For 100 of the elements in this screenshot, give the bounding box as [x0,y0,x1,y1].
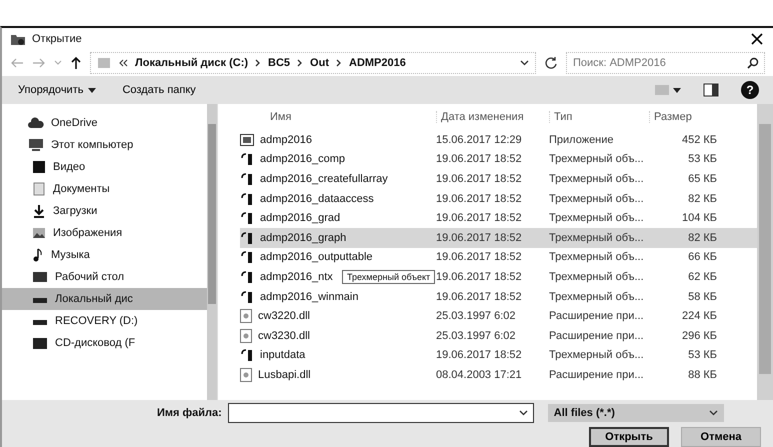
cube-file-icon [240,270,254,284]
chevron-right-icon [255,59,262,67]
size-cell-text: 452 КБ [680,134,717,146]
file-name: admp2016 [260,134,312,146]
sidebar-item[interactable]: Рабочий стол [2,266,207,288]
column-header[interactable]: Имя [240,111,436,123]
breadcrumb[interactable]: ADMP2016 [349,57,406,69]
breadcrumb[interactable]: Out [310,57,329,69]
size-cell-text: 88 КБ [687,368,717,381]
file-name: admp2016_winmain [260,290,358,303]
file-name: admp2016_createfullarray [260,172,388,185]
file-name-field[interactable] [228,403,534,423]
date-cell-text: 19.06.2017 18:52 [436,212,523,224]
organize-button[interactable]: Упорядочить [16,82,98,98]
sidebar-item[interactable]: Музыка [2,244,207,266]
date-cell-text: 19.06.2017 18:52 [436,290,523,303]
type-cell-text: Трехмерный объ... [549,290,645,303]
breadcrumb[interactable]: BC5 [268,57,290,69]
file-type-dropdown[interactable]: All files (*.*) [548,404,724,422]
chevron-down-icon [708,410,718,416]
type-cell-text: Трехмерный объ... [549,192,645,205]
date-cell-text: 19.06.2017 18:52 [436,270,523,283]
address-bar[interactable]: Локальный диск (C:) BC5 Out ADMP2016 [90,52,536,74]
gear-file-icon [240,368,252,382]
date-cell-text: 19.06.2017 18:52 [436,232,523,244]
chevron-right-icon [336,59,342,67]
date-cell-text: 19.06.2017 18:52 [436,251,523,264]
file-name-label: Имя файла: [157,407,222,419]
sidebar-item[interactable]: Изображения [2,222,207,244]
up-arrow-icon[interactable] [70,56,82,70]
size-cell-text: 82 КБ [687,192,717,205]
size-cell-text: 66 КБ [687,251,717,264]
column-header[interactable]: Дата изменения [436,111,549,123]
type-cell-text: Трехмерный объ... [549,349,645,362]
sidebar-item[interactable]: Локальный дис [2,288,207,310]
sidebar-item[interactable]: Документы [2,178,207,200]
size-cell-text: 296 КБ [680,330,717,342]
size-cell-text: 224 КБ [680,310,717,322]
music-note-icon [32,248,44,262]
date-cell-text: 15.06.2017 12:29 [436,134,523,146]
date-cell-text: 08.04.2003 17:21 [436,368,523,381]
size-cell-text: 65 КБ [687,172,717,185]
cancel-button[interactable]: Отмена [681,427,761,447]
size-cell-text: 104 КБ [680,212,717,224]
download-icon [32,204,46,218]
sidebar-item[interactable]: Загрузки [2,200,207,222]
type-cell-text: Трехмерный объ... [549,212,645,224]
sidebar-item[interactable]: Этот компьютер [2,134,207,156]
new-folder-button[interactable]: Создать папку [120,82,198,98]
sidebar-item[interactable]: RECOVERY (D:) [2,310,207,332]
file-name: cw3220.dll [258,310,310,322]
size-cell-text: 53 КБ [687,153,717,166]
tooltip: Трехмерный объект [342,270,436,284]
search-field[interactable]: Поиск: ADMP2016 [566,52,765,74]
monitor-icon [28,138,44,152]
refresh-icon[interactable] [544,56,558,70]
view-options-icon[interactable] [655,84,681,96]
scrollbar[interactable] [757,104,773,400]
document-icon [32,182,46,196]
cube-file-icon [240,172,254,186]
gear-file-icon [240,328,252,343]
preview-pane-icon[interactable] [703,83,719,97]
cube-file-icon [240,192,254,206]
file-name: admp2016_dataaccess [260,192,374,205]
type-cell-text: Трехмерный объ... [549,172,645,185]
scrollbar[interactable] [207,104,217,400]
file-name: admp2016_grad [260,212,340,224]
close-icon [751,33,763,45]
type-cell-text: Трехмерный объ... [549,270,645,283]
double-chevron-icon [118,59,128,67]
file-name: admp2016_outputtable [260,251,373,264]
date-cell-text: 19.06.2017 18:52 [436,349,523,362]
selected-row[interactable]: admp2016_graph 19.06.2017 18:52 Трехмерный объ... 82 КБ [240,228,757,248]
date-cell-text: 19.06.2017 18:52 [436,172,523,185]
gear-file-icon [240,309,252,324]
file-name: admp2016_comp [260,153,346,166]
cube-file-icon [240,348,254,362]
close-button[interactable] [749,31,765,47]
breadcrumb[interactable]: Локальный диск (C:) [135,57,248,69]
cube-file-icon [240,211,254,226]
column-header[interactable]: Тип [549,111,649,123]
sidebar-item[interactable]: CD-дисковод (F [2,332,207,354]
size-cell-text: 53 КБ [687,349,717,362]
type-cell-text: Трехмерный объ... [549,251,645,264]
sidebar-item[interactable]: OneDrive [2,112,207,134]
sidebar-item[interactable]: Видео [2,156,207,178]
column-header[interactable]: Размер [649,111,717,123]
caret-icon [88,88,96,92]
open-button[interactable]: Открыть [589,427,669,447]
help-button[interactable]: ? [741,81,759,99]
cloud-icon [28,117,44,129]
chevron-down-icon[interactable] [520,60,529,66]
type-cell-text: Приложение [549,134,615,146]
date-cell-text: 25.03.1997 6:02 [436,330,517,342]
cube-file-icon [240,250,254,264]
file-name: Lusbapi.dll [258,368,311,381]
date-cell-text: 25.03.1997 6:02 [436,310,517,322]
file-name: inputdata [260,349,306,362]
size-cell-text: 82 КБ [687,232,717,244]
window-title: Открытие [32,33,82,45]
